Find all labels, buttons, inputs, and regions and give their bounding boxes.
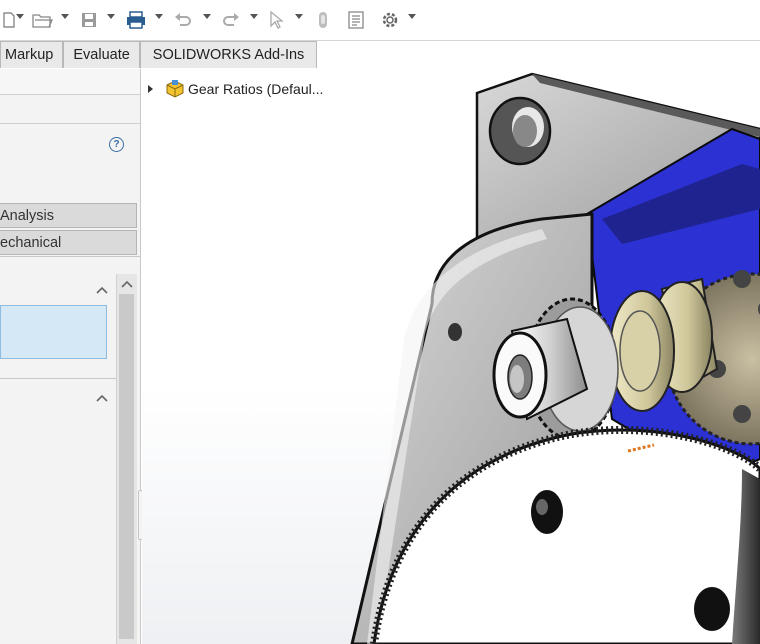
new-document-icon[interactable] — [2, 8, 16, 32]
chevron-down-icon[interactable] — [16, 14, 24, 19]
scroll-up-icon[interactable] — [117, 276, 137, 292]
redo-icon[interactable] — [220, 8, 242, 32]
command-manager-tabs: Markup Evaluate SOLIDWORKS Add-Ins — [0, 41, 318, 69]
tab-mechanical-label: echanical — [0, 235, 62, 251]
tab-analysis[interactable]: Analysis — [0, 203, 137, 228]
chevron-down-icon[interactable] — [203, 14, 211, 19]
options-gear-icon[interactable] — [378, 8, 402, 32]
panel-divider — [0, 123, 140, 124]
select-arrow-icon[interactable] — [266, 8, 286, 32]
undo-icon[interactable] — [172, 8, 194, 32]
panel-scrollbar[interactable] — [116, 274, 137, 644]
tab-analysis-label: Analysis — [0, 208, 54, 224]
tab-solidworks-add-ins[interactable]: SOLIDWORKS Add-Ins — [139, 41, 318, 68]
chevron-down-icon[interactable] — [250, 14, 258, 19]
selection-list-box[interactable] — [0, 305, 107, 359]
file-properties-icon[interactable] — [345, 8, 367, 32]
panel-header-strip — [0, 69, 140, 95]
print-icon[interactable] — [124, 8, 148, 32]
chevron-down-icon[interactable] — [408, 14, 416, 19]
group-divider — [0, 378, 116, 379]
chevron-down-icon[interactable] — [295, 14, 303, 19]
quick-access-toolbar — [0, 0, 760, 41]
collapse-chevron-icon[interactable] — [96, 390, 108, 408]
scrollbar-thumb[interactable] — [119, 294, 134, 639]
chevron-down-icon[interactable] — [107, 14, 115, 19]
panel-divider — [0, 256, 140, 257]
tab-markup[interactable]: Markup — [0, 41, 64, 68]
help-icon[interactable]: ? — [109, 137, 124, 152]
rebuild-icon[interactable] — [315, 8, 331, 32]
chevron-down-icon[interactable] — [61, 14, 69, 19]
save-icon[interactable] — [78, 8, 100, 32]
chevron-down-icon[interactable] — [155, 14, 163, 19]
open-folder-icon[interactable] — [30, 8, 54, 32]
tab-evaluate[interactable]: Evaluate — [63, 41, 140, 68]
tab-mechanical[interactable]: echanical — [0, 230, 137, 255]
graphics-area[interactable]: Gear Ratios (Defaul... — [142, 69, 760, 644]
gearbox-model[interactable] — [142, 69, 760, 644]
collapse-chevron-icon[interactable] — [96, 282, 108, 300]
